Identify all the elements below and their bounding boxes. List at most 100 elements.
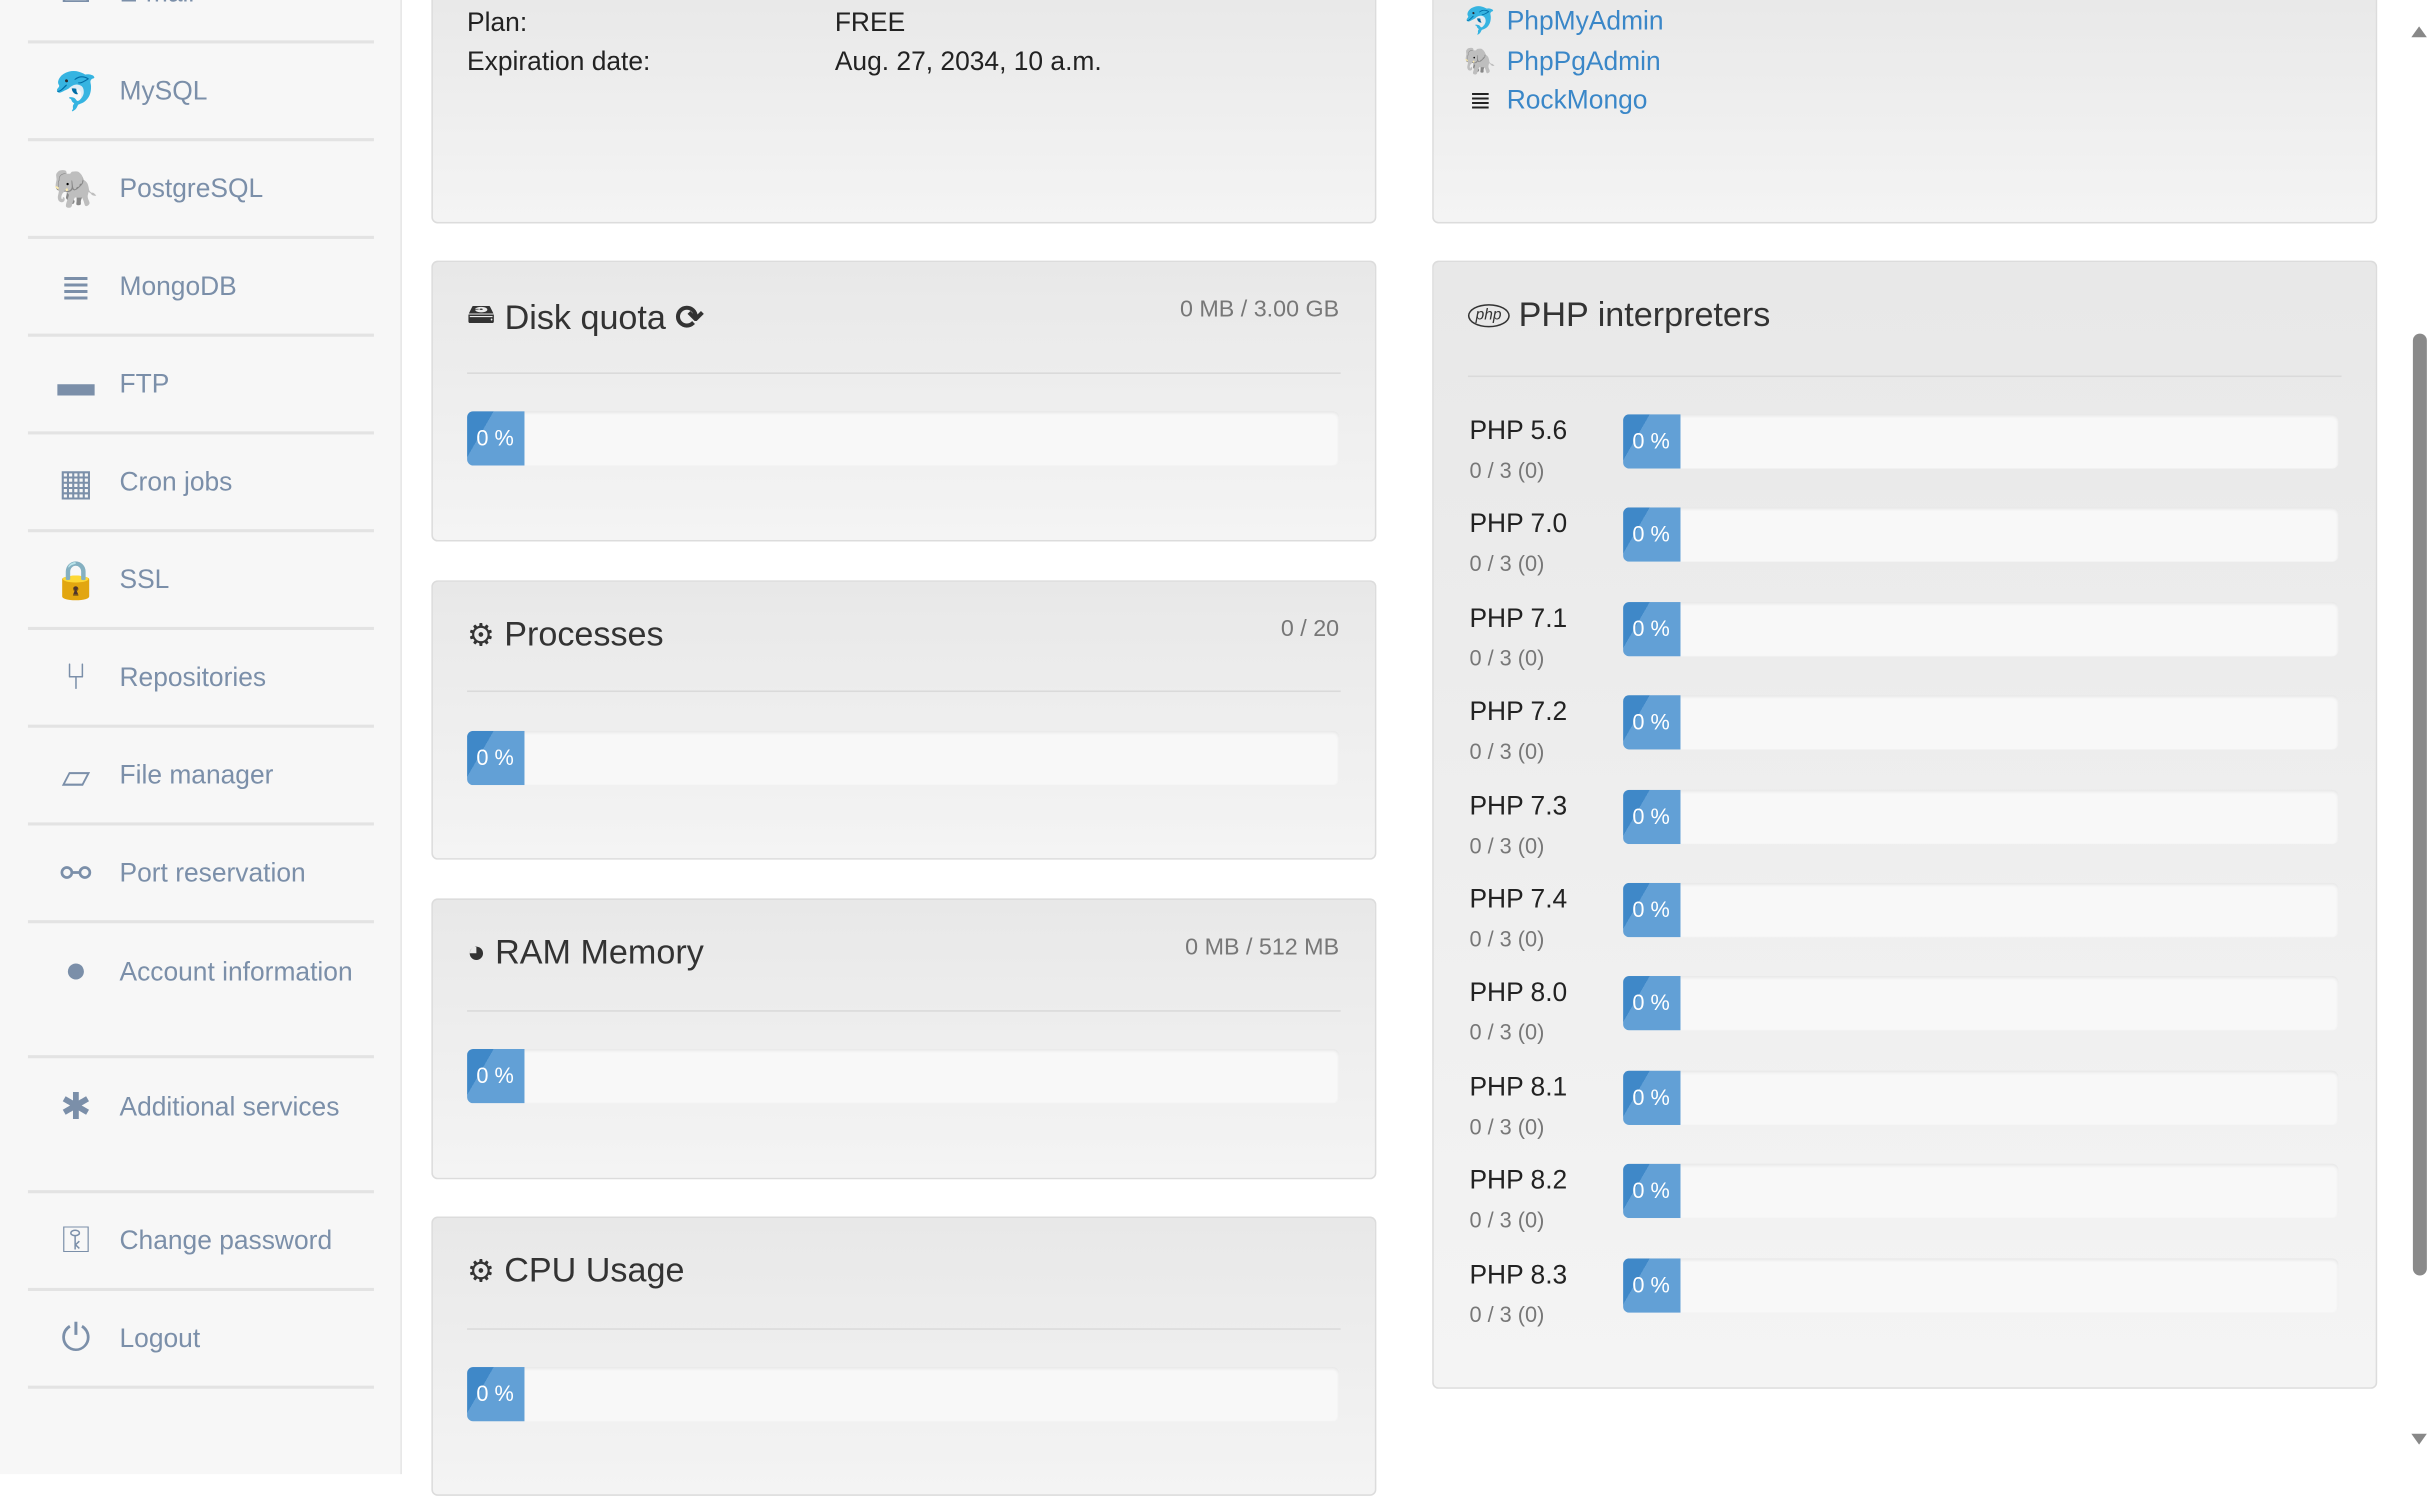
progress-fill: 0 %: [467, 411, 525, 466]
progress-fill: 0 %: [1623, 1164, 1681, 1219]
database-icon: ≣: [1469, 85, 1492, 115]
sidebar-item-label: PostgreSQL: [119, 173, 264, 204]
refresh-icon[interactable]: ⟳: [675, 298, 704, 338]
php-version: PHP 7.3: [1469, 790, 1568, 821]
sidebar-item-account-information[interactable]: ● Account information: [27, 923, 374, 1059]
sidebar-item-mysql[interactable]: 🐬 MySQL: [27, 43, 374, 142]
progress-fill: 0 %: [1623, 789, 1681, 844]
sidebar-item-e-mail[interactable]: ✉ E-mail: [27, 0, 374, 44]
ram-card: ◕ RAM Memory 0 MB / 512 MB 0 %: [431, 898, 1377, 1180]
php-progress-bar: 0 %: [1623, 414, 2339, 469]
progress-fill: 0 %: [467, 1367, 525, 1422]
php-progress-bar: 0 %: [1623, 976, 2339, 1031]
divider: [467, 1328, 1341, 1330]
scrollbar[interactable]: [2406, 0, 2433, 1464]
unlink-icon: ⚯: [60, 852, 92, 895]
sidebar-item-ftp[interactable]: ▬ FTP: [27, 337, 374, 435]
sidebar-item-postgresql[interactable]: 🐘 PostgreSQL: [27, 141, 374, 239]
sidebar-item-cron-jobs[interactable]: ▦ Cron jobs: [27, 434, 374, 533]
sidebar-item-ssl[interactable]: 🔒 SSL: [27, 532, 374, 630]
sidebar-item-label: E-mail: [119, 0, 194, 9]
plan-value: FREE: [834, 7, 906, 38]
progress-fill: 0 %: [1623, 414, 1681, 469]
progress-fill: 0 %: [1623, 1070, 1681, 1125]
php-title: PHP interpreters: [1518, 294, 1771, 334]
folder-open-icon: ▱: [61, 754, 91, 797]
php-progress-bar: 0 %: [1623, 789, 2339, 844]
progress-fill: 0 %: [1623, 695, 1681, 750]
progress-fill: 0 %: [1623, 882, 1681, 938]
progress-fill: 0 %: [1623, 1257, 1681, 1313]
sidebar-item-label: Change password: [119, 1225, 333, 1256]
link-phpmyadmin[interactable]: 🐬 PhpMyAdmin: [1464, 6, 1664, 37]
sidebar: ✉ E-mail 🐬 MySQL 🐘 PostgreSQL ≣ MongoDB ▬ FTP ▦ Cro…: [0, 0, 402, 1475]
link-phppgadmin[interactable]: 🐘 PhpPgAdmin: [1463, 45, 1661, 77]
php-version: PHP 8.1: [1469, 1071, 1568, 1102]
processes-card: ⚙ Processes 0 / 20 0 %: [431, 580, 1377, 860]
scroll-up-icon[interactable]: [2411, 26, 2427, 38]
scroll-down-icon[interactable]: [2411, 1433, 2427, 1445]
processes-progress-bar: 0 %: [467, 730, 1340, 786]
sidebar-item-label: Account information: [119, 957, 353, 987]
ram-progress-bar: 0 %: [467, 1048, 1340, 1104]
sidebar-item-label: Logout: [119, 1323, 201, 1354]
lock-icon: 🔒: [52, 559, 100, 602]
divider: [467, 1010, 1341, 1012]
sidebar-item-file-manager[interactable]: ▱ File manager: [27, 728, 374, 826]
link-label: PhpMyAdmin: [1506, 6, 1664, 36]
dolphin-icon: 🐬: [52, 70, 100, 113]
sidebar-item-repositories[interactable]: ⑂ Repositories: [27, 630, 374, 728]
power-icon: ⏻: [61, 1317, 91, 1360]
processes-title: Processes: [504, 614, 664, 654]
disk-quota-card: 🖴 Disk quota ⟳ 0 MB / 3.00 GB 0 %: [431, 260, 1377, 542]
sidebar-item-label: Repositories: [119, 662, 267, 693]
account-card: Plan: FREE Expiration date: Aug. 27, 203…: [431, 0, 1377, 224]
folder-icon: ▬: [57, 363, 95, 405]
progress-fill: 0 %: [467, 1048, 525, 1104]
php-icon: php: [1467, 303, 1510, 327]
php-count: 0 / 3 (0): [1469, 1207, 1545, 1233]
php-version: PHP 7.4: [1469, 884, 1568, 914]
ram-title: RAM Memory: [495, 932, 704, 972]
php-count: 0 / 3 (0): [1469, 738, 1545, 764]
php-count: 0 / 3 (0): [1469, 1301, 1545, 1327]
asterisk-icon: ✱: [60, 1085, 92, 1128]
divider: [467, 372, 1341, 374]
link-rockmongo[interactable]: ≣ RockMongo: [1469, 85, 1647, 116]
key-icon: ⚿: [61, 1219, 91, 1262]
scrollbar-thumb[interactable]: [2412, 333, 2427, 1276]
disk-progress-bar: 0 %: [467, 411, 1340, 466]
pie-chart-icon: ◕: [467, 934, 486, 970]
php-count: 0 / 3 (0): [1469, 832, 1545, 858]
sidebar-item-label: Cron jobs: [119, 467, 233, 497]
sidebar-item-label: MongoDB: [119, 271, 237, 302]
branch-icon: ⑂: [64, 656, 88, 699]
sidebar-item-label: File manager: [119, 760, 274, 790]
php-version: PHP 7.2: [1469, 697, 1568, 727]
sidebar-item-label: Port reservation: [119, 858, 306, 888]
cpu-title: CPU Usage: [504, 1250, 685, 1290]
divider: [467, 690, 1341, 693]
sidebar-item-mongodb[interactable]: ≣ MongoDB: [27, 239, 374, 337]
php-count: 0 / 3 (0): [1469, 1113, 1545, 1139]
sidebar-item-label: SSL: [119, 564, 170, 595]
cog-icon: ⚙: [467, 1254, 495, 1289]
disk-quota-title: Disk quota: [504, 297, 666, 337]
calendar-icon: ▦: [58, 461, 94, 504]
cogs-icon: ⚙: [467, 618, 495, 653]
envelope-icon: ✉: [54, 0, 97, 16]
disk-usage: 0 MB / 3.00 GB: [1179, 296, 1340, 323]
php-count: 0 / 3 (0): [1469, 645, 1545, 671]
sidebar-item-port-reservation[interactable]: ⚯ Port reservation: [27, 826, 374, 924]
sidebar-item-change-password[interactable]: ⚿ Change password: [27, 1193, 374, 1292]
php-progress-bar: 0 %: [1623, 695, 2339, 750]
sidebar-item-additional-services[interactable]: ✱ Additional services: [27, 1058, 374, 1194]
php-progress-bar: 0 %: [1623, 508, 2339, 563]
php-progress-bar: 0 %: [1623, 882, 2339, 938]
sidebar-item-logout[interactable]: ⏻ Logout: [27, 1291, 374, 1389]
elephant-icon: 🐘: [1463, 45, 1497, 76]
php-progress-bar: 0 %: [1623, 1257, 2339, 1313]
cpu-progress-bar: 0 %: [467, 1367, 1340, 1422]
plan-label: Plan:: [467, 7, 528, 38]
divider: [1467, 375, 2342, 378]
